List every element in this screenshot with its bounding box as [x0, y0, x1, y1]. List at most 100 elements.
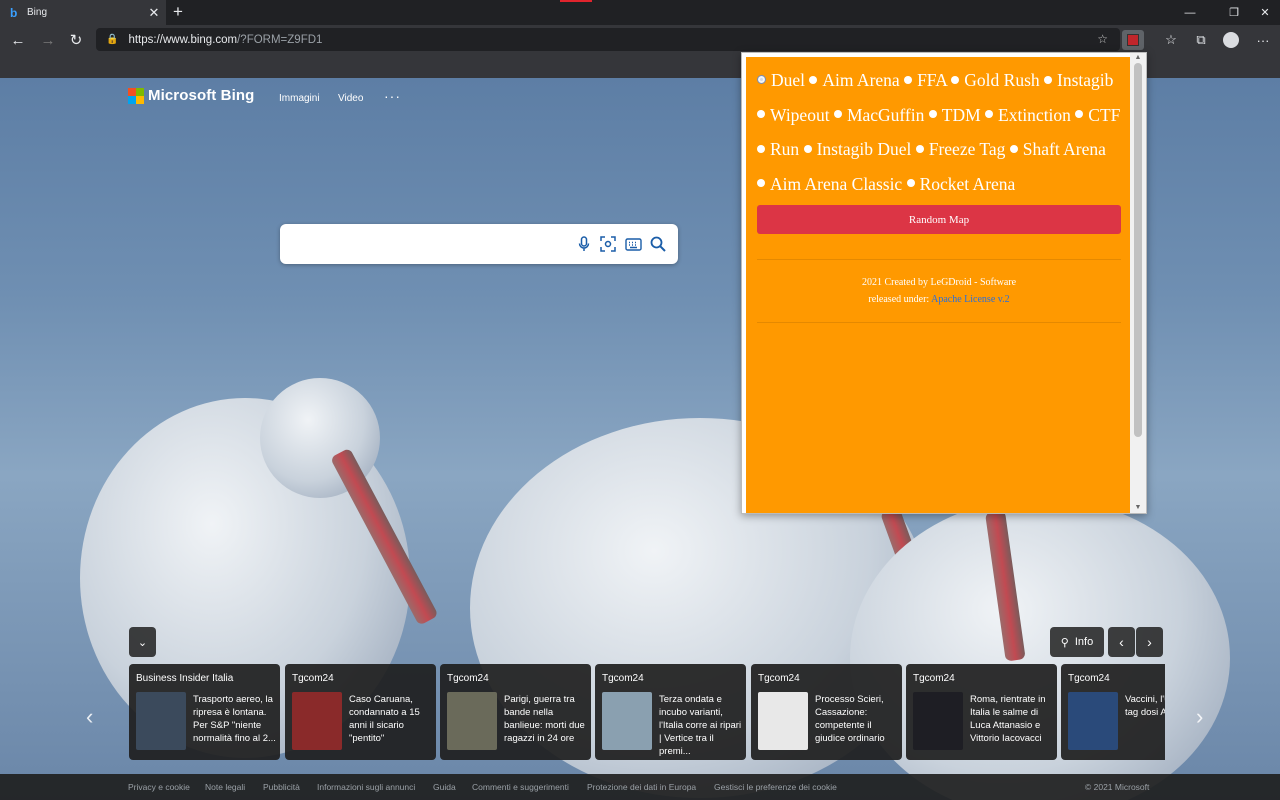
footer-link-legal[interactable]: Note legali: [205, 782, 245, 792]
new-tab-button[interactable]: +: [170, 2, 186, 22]
map-option[interactable]: Aim Arena Classic: [757, 174, 902, 194]
news-card[interactable]: Business Insider Italia Trasporto aereo,…: [129, 664, 280, 760]
next-image-button[interactable]: ›: [1136, 627, 1163, 657]
map-option-label: Extinction: [998, 104, 1071, 125]
radio-icon[interactable]: [757, 75, 766, 85]
forward-button[interactable]: →: [38, 30, 58, 50]
map-option[interactable]: Run: [757, 139, 799, 159]
news-source: Tgcom24: [913, 673, 955, 684]
radio-icon[interactable]: [809, 75, 818, 84]
radio-icon[interactable]: [833, 110, 842, 119]
news-scroll-left-icon[interactable]: ‹: [86, 704, 93, 730]
radio-icon[interactable]: [1009, 144, 1018, 153]
favorite-star-icon[interactable]: ☆: [1097, 32, 1108, 46]
map-option[interactable]: FFA: [904, 70, 947, 90]
map-option-label: Duel: [771, 70, 806, 90]
news-card[interactable]: Tgcom24 Parigi, guerra tra bande nella b…: [440, 664, 591, 760]
microphone-icon[interactable]: [574, 234, 594, 254]
news-scroll-right-icon[interactable]: ›: [1196, 704, 1203, 730]
collections-icon[interactable]: ⧉: [1190, 30, 1212, 50]
radio-icon[interactable]: [904, 75, 913, 84]
bing-logo[interactable]: Microsoft Bing: [128, 87, 254, 104]
keyboard-icon[interactable]: [623, 234, 643, 254]
radio-icon[interactable]: [915, 144, 924, 153]
news-card[interactable]: Tgcom24 Roma, rientrate in Italia le sal…: [906, 664, 1057, 760]
map-option[interactable]: Freeze Tag: [915, 139, 1005, 159]
close-window-button[interactable]: ✕: [1250, 0, 1280, 25]
random-map-button[interactable]: Random Map: [757, 205, 1121, 234]
news-card[interactable]: Tgcom24 Caso Caruana, condannato a 15 an…: [285, 664, 436, 760]
footer-link-help[interactable]: Guida: [433, 782, 456, 792]
radio-icon[interactable]: [928, 110, 937, 119]
extension-button[interactable]: [1122, 30, 1144, 50]
news-card[interactable]: Tgcom24 Processo Scieri, Cassazione: com…: [751, 664, 902, 760]
footer-link-feedback[interactable]: Commenti e suggerimenti: [472, 782, 569, 792]
map-option[interactable]: Rocket Arena: [906, 173, 1016, 194]
collapse-news-button[interactable]: ⌄: [129, 627, 156, 657]
radio-icon[interactable]: [951, 75, 960, 84]
map-option[interactable]: Instagib Duel: [803, 139, 911, 159]
nav-more-icon[interactable]: ···: [384, 88, 401, 104]
scrollbar-thumb[interactable]: [1134, 63, 1142, 437]
visual-search-icon[interactable]: [598, 234, 618, 254]
map-option[interactable]: TDM: [928, 105, 981, 125]
favorites-icon[interactable]: ☆: [1160, 30, 1182, 50]
news-card[interactable]: Tgcom24 Vaccini, l'U nuovo tag dosi Astr…: [1061, 664, 1165, 760]
scroll-up-icon[interactable]: ▲: [1130, 53, 1146, 63]
news-headline: Parigi, guerra tra bande nella banlieue:…: [504, 694, 585, 744]
restore-button[interactable]: ❐: [1216, 0, 1252, 25]
credits: 2021 Created by LeGDroid - Software rele…: [757, 274, 1121, 308]
radio-icon[interactable]: [1075, 110, 1084, 119]
tab-bing[interactable]: b Bing ✕: [0, 0, 166, 25]
radio-icon[interactable]: [757, 179, 765, 188]
map-option[interactable]: MacGuffin: [833, 105, 924, 125]
radio-icon[interactable]: [757, 144, 765, 153]
footer-link-advertising[interactable]: Pubblicità: [263, 782, 300, 792]
info-button[interactable]: ⚲ Info: [1050, 627, 1104, 657]
tab-title: Bing: [27, 7, 48, 18]
nav-video[interactable]: Video: [338, 93, 363, 104]
back-button[interactable]: ←: [8, 30, 28, 50]
address-bar[interactable]: 🔒 https://www.bing.com/?FORM=Z9FD1 ☆: [96, 28, 1120, 51]
radio-icon[interactable]: [1044, 75, 1053, 84]
radio-icon[interactable]: [803, 144, 812, 153]
divider: [757, 259, 1121, 260]
footer-link-ad-info[interactable]: Informazioni sugli annunci: [317, 782, 415, 792]
tab-strip: b Bing ✕ + — ❐ ✕: [0, 0, 1280, 25]
search-icon[interactable]: [648, 234, 668, 254]
footer-link-privacy[interactable]: Privacy e cookie: [128, 782, 190, 792]
map-option[interactable]: CTF: [1075, 105, 1120, 125]
map-option[interactable]: Wipeout: [757, 105, 830, 125]
map-option[interactable]: Gold Rush: [951, 70, 1040, 90]
map-option[interactable]: Aim Arena: [809, 70, 900, 90]
nav-images[interactable]: Immagini: [279, 93, 320, 104]
minimize-button[interactable]: —: [1172, 0, 1208, 25]
popup-scrollbar[interactable]: ▲ ▼: [1130, 53, 1146, 513]
map-option-label: Rocket Arena: [919, 173, 1016, 194]
map-option-label: Wipeout: [770, 104, 830, 125]
map-option[interactable]: Instagib: [1044, 70, 1113, 90]
previous-image-button[interactable]: ‹: [1108, 627, 1135, 657]
radio-icon[interactable]: [985, 110, 994, 119]
radio-icon[interactable]: [757, 110, 765, 119]
settings-more-icon[interactable]: ···: [1252, 30, 1274, 50]
map-option[interactable]: Duel: [757, 70, 805, 90]
news-thumbnail: [1068, 692, 1118, 750]
news-card[interactable]: Tgcom24 Terza ondata e incubo varianti, …: [595, 664, 746, 760]
news-headline: Processo Scieri, Cassazione: competente …: [815, 694, 885, 744]
radio-icon[interactable]: [906, 179, 915, 188]
scroll-down-icon[interactable]: ▼: [1130, 503, 1146, 513]
url-path: /?FORM=Z9FD1: [237, 33, 323, 46]
footer-link-cookie-prefs[interactable]: Gestisci le preferenze dei cookie: [714, 782, 837, 792]
map-option[interactable]: Shaft Arena: [1009, 139, 1106, 159]
map-option[interactable]: Extinction: [985, 105, 1071, 125]
reload-button[interactable]: ↻: [66, 30, 86, 50]
close-tab-icon[interactable]: ✕: [146, 5, 162, 21]
license-link[interactable]: Apache License v.2: [931, 294, 1009, 305]
info-label: Info: [1074, 636, 1094, 648]
brand-name: Microsoft Bing: [148, 87, 255, 104]
search-box[interactable]: [280, 224, 678, 264]
profile-button[interactable]: [1220, 30, 1242, 50]
microsoft-logo-icon: [128, 87, 144, 104]
footer-link-eu-data[interactable]: Protezione dei dati in Europa: [587, 782, 696, 792]
